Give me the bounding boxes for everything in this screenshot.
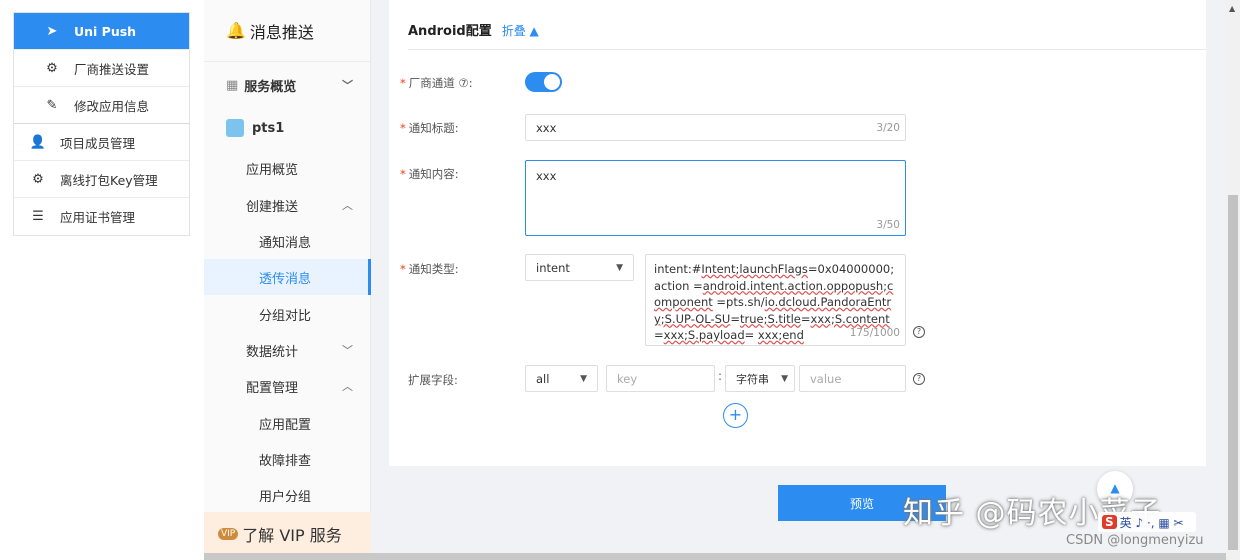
intent-segment: xxx;S.content [810, 311, 890, 326]
android-config-card: Android配置 折叠 ▲ * 厂商通道 ⑦: * 通知标题: xxx 3/20 * 通… [389, 0, 1206, 466]
intent-segment: = [800, 311, 811, 326]
main-content: Android配置 折叠 ▲ * 厂商通道 ⑦: * 通知标题: xxx 3/20 * 通… [371, 0, 1226, 560]
help-icon[interactable]: ? [913, 373, 925, 385]
intent-segment: = [730, 311, 740, 326]
menu-item-edit-app-info[interactable]: ✎ 修改应用信息 [14, 87, 189, 124]
add-field-button[interactable]: + [723, 403, 748, 428]
grid-icon: ▦ [226, 77, 239, 93]
section-title: Android配置 [408, 24, 492, 39]
ext-key-input[interactable]: key [606, 365, 715, 392]
section-header: Android配置 折叠 ▲ [408, 20, 1206, 50]
nav-service-overview[interactable]: ▦ 服务概览 ﹀ [204, 67, 371, 103]
intent-segment: xxx;S.payload [663, 328, 745, 342]
nav-app-config[interactable]: 应用配置 [204, 405, 371, 441]
content-counter: 3/50 [876, 219, 900, 231]
intent-segment: = [744, 328, 758, 342]
nav-app-overview[interactable]: 应用概览 [204, 150, 371, 186]
ime-status: 英 ♪ ·, ▦ ✂ [1119, 515, 1184, 530]
menu-item-project-members[interactable]: 👤 项目成员管理 [14, 124, 189, 161]
caret-down-icon: ▼ [781, 373, 788, 384]
scroll-up-icon[interactable]: ▲ [1229, 4, 1235, 13]
nav-passthrough-message[interactable]: 透传消息 [204, 259, 371, 295]
nav-statistics[interactable]: 数据统计 ﹀ [204, 332, 371, 368]
nav-config-management[interactable]: 配置管理 ︿ [204, 368, 371, 404]
title-input[interactable]: xxx 3/20 [525, 114, 906, 141]
user-icon: 👤 [29, 134, 47, 150]
content-textarea[interactable]: xxx 3/50 [525, 160, 906, 236]
list-icon: ☰ [32, 209, 44, 224]
menu-item-uni-push[interactable]: ➤ Uni Push [14, 13, 189, 50]
nav-title: 消息推送 [249, 22, 314, 42]
nav-troubleshooting[interactable]: 故障排查 [204, 441, 371, 477]
help-icon[interactable]: ? [913, 326, 925, 338]
nav-app-pts1[interactable]: pts1 [204, 110, 371, 146]
nav-create-push[interactable]: 创建推送 ︿ [204, 187, 371, 223]
nav-user-groups[interactable]: 用户分组 [204, 477, 371, 513]
ext-separator: : [718, 369, 723, 383]
vendor-channel-toggle[interactable] [525, 72, 562, 92]
intent-textarea[interactable]: intent:#Intent;launchFlags=0x04000000;ac… [645, 254, 906, 346]
intent-segment: Intent;launchFlags [701, 262, 808, 276]
ext-scope-select[interactable]: all ▼ [525, 365, 598, 392]
intent-segment: true;S.title [739, 311, 801, 326]
gear-icon: ⚙ [32, 171, 44, 187]
title-label: * 通知标题: [400, 121, 459, 135]
vertical-scrollbar[interactable]: ▲ [1226, 0, 1240, 560]
content-label: * 通知内容: [400, 167, 459, 181]
toggle-knob [544, 74, 560, 90]
nav-group-compare[interactable]: 分组对比 [204, 296, 371, 332]
nav-notification-message[interactable]: 通知消息 [204, 223, 371, 259]
vip-badge: VIP [218, 528, 239, 540]
gear-icon: ⚙ [46, 60, 58, 76]
chevron-down-icon: ﹀ [342, 79, 353, 92]
edit-icon: ✎ [46, 97, 58, 113]
horizontal-scrollbar[interactable] [204, 553, 1226, 560]
ime-toolbar[interactable]: S英 ♪ ·, ▦ ✂ [1098, 512, 1196, 532]
intent-segment: xxx;end [757, 328, 804, 342]
chevron-down-icon: ﹀ [342, 344, 353, 357]
intent-segment: intent:# [654, 262, 702, 276]
title-counter: 3/20 [876, 122, 900, 134]
push-nav: 🔔 消息推送 ▦ 服务概览 ﹀ pts1 应用概览 创建推送 ︿ 通知消息 透传消息 分… [204, 0, 371, 560]
fold-toggle[interactable]: 折叠 ▲ [502, 24, 539, 38]
vendor-channel-label: * 厂商通道 ⑦: [400, 76, 473, 90]
type-select[interactable]: intent ▼ [525, 254, 634, 281]
intent-segment: = [654, 328, 664, 342]
ime-logo: S [1102, 515, 1117, 529]
menu-item-offline-key[interactable]: ⚙ 离线打包Key管理 [14, 161, 189, 198]
send-icon: ➤ [46, 23, 58, 39]
chevron-up-icon: ︿ [342, 380, 353, 393]
ext-label: 扩展字段: [408, 373, 458, 387]
ext-type-select[interactable]: 字符串 ▼ [725, 365, 795, 392]
app-menu: ➤ Uni Push ⚙ 厂商推送设置 ✎ 修改应用信息 👤 项目成员管理 ⚙ 离线打包K… [13, 12, 190, 236]
app-icon [226, 119, 244, 137]
csdn-watermark: CSDN @longmenyizu [1066, 533, 1204, 548]
menu-item-app-certificates[interactable]: ☰ 应用证书管理 [14, 198, 189, 235]
left-panel: ➤ Uni Push ⚙ 厂商推送设置 ✎ 修改应用信息 👤 项目成员管理 ⚙ 离线打包K… [0, 0, 204, 560]
intent-counter: 175/1000 [849, 326, 900, 339]
ext-value-input[interactable]: value [799, 365, 906, 392]
chevron-up-icon: ︿ [342, 199, 353, 212]
type-label: * 通知类型: [400, 262, 459, 276]
nav-header: 🔔 消息推送 [204, 0, 370, 62]
bell-icon: 🔔 [226, 21, 246, 40]
caret-down-icon: ▼ [616, 262, 623, 273]
vip-banner[interactable]: VIP 了解 VIP 服务 [204, 512, 371, 556]
caret-down-icon: ▼ [580, 373, 587, 384]
intent-segment: =pts.sh/ [712, 295, 765, 309]
menu-item-vendor-push-settings[interactable]: ⚙ 厂商推送设置 [14, 50, 189, 87]
scroll-thumb[interactable] [1228, 195, 1238, 550]
